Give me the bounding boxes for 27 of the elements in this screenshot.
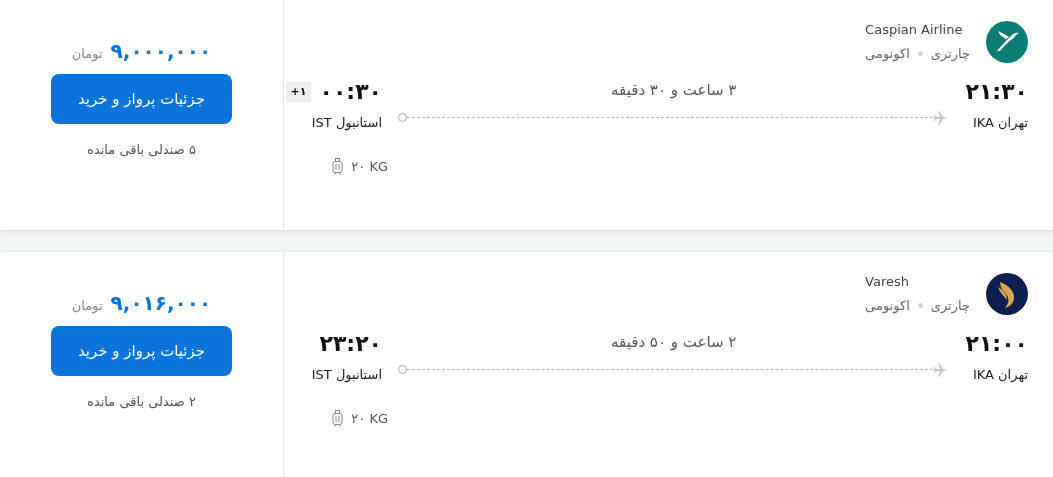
departure-time: ۲۱:۰۰ [965, 331, 1028, 358]
arrival-time: ۰۰:۳۰ [319, 79, 382, 106]
flight-tag: چارتری [930, 43, 970, 63]
flight-duration: ۲ ساعت و ۵۰ دقیقه [611, 332, 737, 353]
flight-tag: اکونومی [865, 295, 910, 315]
currency-label: تومان [71, 45, 103, 64]
flight-tag: چارتری [930, 295, 970, 315]
flight-duration: ۳ ساعت و ۳۰ دقیقه [611, 80, 737, 101]
flight-tag: اکونومی [865, 43, 910, 63]
departure-airport: تهران IKA [971, 114, 1028, 133]
departure-time: ۲۱:۳۰ [965, 79, 1028, 106]
airline-name: Caspian Airline [865, 21, 964, 39]
airline-name: Varesh [865, 273, 910, 291]
seats-remaining: ۲ صندلی باقی مانده [87, 393, 196, 411]
arrival-airport: استانبول IST [310, 366, 382, 385]
baggage-allowance: ۲۰ KG [351, 409, 388, 428]
baggage-allowance: ۲۰ KG [351, 157, 388, 176]
flight-price: ۹,۰۰۰,۰۰۰ [110, 38, 212, 65]
currency-label: تومان [71, 297, 103, 316]
details-button[interactable]: جزئیات پرواز و خرید [51, 74, 232, 124]
arrival-airport: استانبول IST [310, 114, 382, 133]
details-button[interactable]: جزئیات پرواز و خرید [51, 326, 232, 376]
departure-airport: تهران IKA [971, 366, 1028, 385]
arrival-time: ۲۳:۲۰ [319, 331, 382, 358]
flight-price: ۹,۰۱۶,۰۰۰ [110, 290, 212, 317]
next-day-badge: +۱ [285, 81, 312, 103]
seats-remaining: ۵ صندلی باقی مانده [87, 141, 196, 159]
